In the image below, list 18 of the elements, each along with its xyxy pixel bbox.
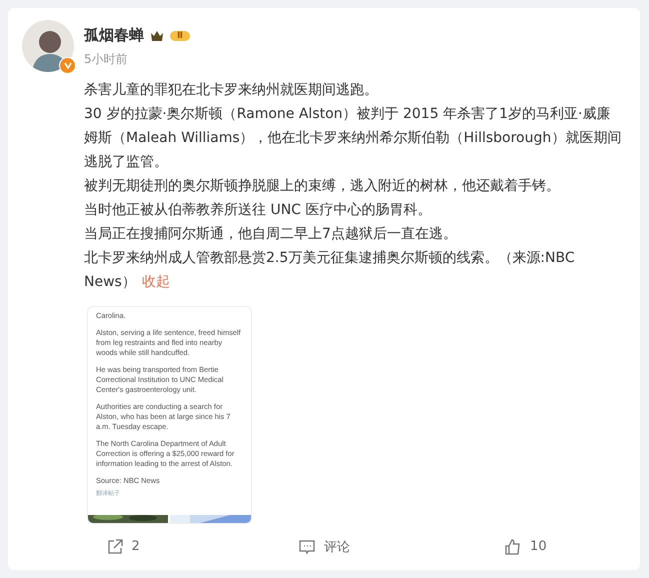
action-label[interactable]: 评论: [324, 538, 350, 556]
action-label[interactable]: 2: [132, 539, 140, 554]
collapse-link[interactable]: 收起: [142, 274, 170, 290]
comment-icon: [298, 538, 316, 556]
action-label[interactable]: 10: [530, 539, 547, 554]
attachment-image[interactable]: [87, 306, 252, 524]
crown-icon: [150, 30, 164, 42]
post-text: 北卡罗来纳州成人管教部悬赏2.5万美元征集逮捕奥尔斯顿的线索。（来源:NBC News） 收起: [84, 249, 576, 292]
thumbs-up-icon: [504, 538, 522, 556]
user-name[interactable]: 孤烟春蝉: [84, 26, 144, 45]
post-text: 当局正在搜捕阿尔斯通，他自周二早上7点越狱后一直在逃。: [84, 225, 458, 244]
post-text: 30 岁的拉蒙·奥尔斯顿（Ramone Alston）被判于 2015 年杀害了1岁的马利亚·威廉姆斯（Maleah Williams），他在北卡罗来纳州希尔斯伯勒（Hillsborough）就医期间逃脱了监管。: [84, 105, 622, 172]
share-icon: [106, 538, 124, 556]
post-text: 当时他正被从伯蒂教养所送往 UNC 医疗中心的肠胃科。: [84, 201, 432, 220]
avatar[interactable]: [22, 20, 74, 72]
level-badge: Ⅱ: [170, 30, 190, 40]
post-text: 被判无期徒刑的奥尔斯顿挣脱腿上的束缚，逃入附近的树林，他还戴着手铐。: [84, 177, 561, 196]
post-text: 杀害儿童的罪犯在北卡罗来纳州就医期间逃跑。: [84, 81, 379, 100]
